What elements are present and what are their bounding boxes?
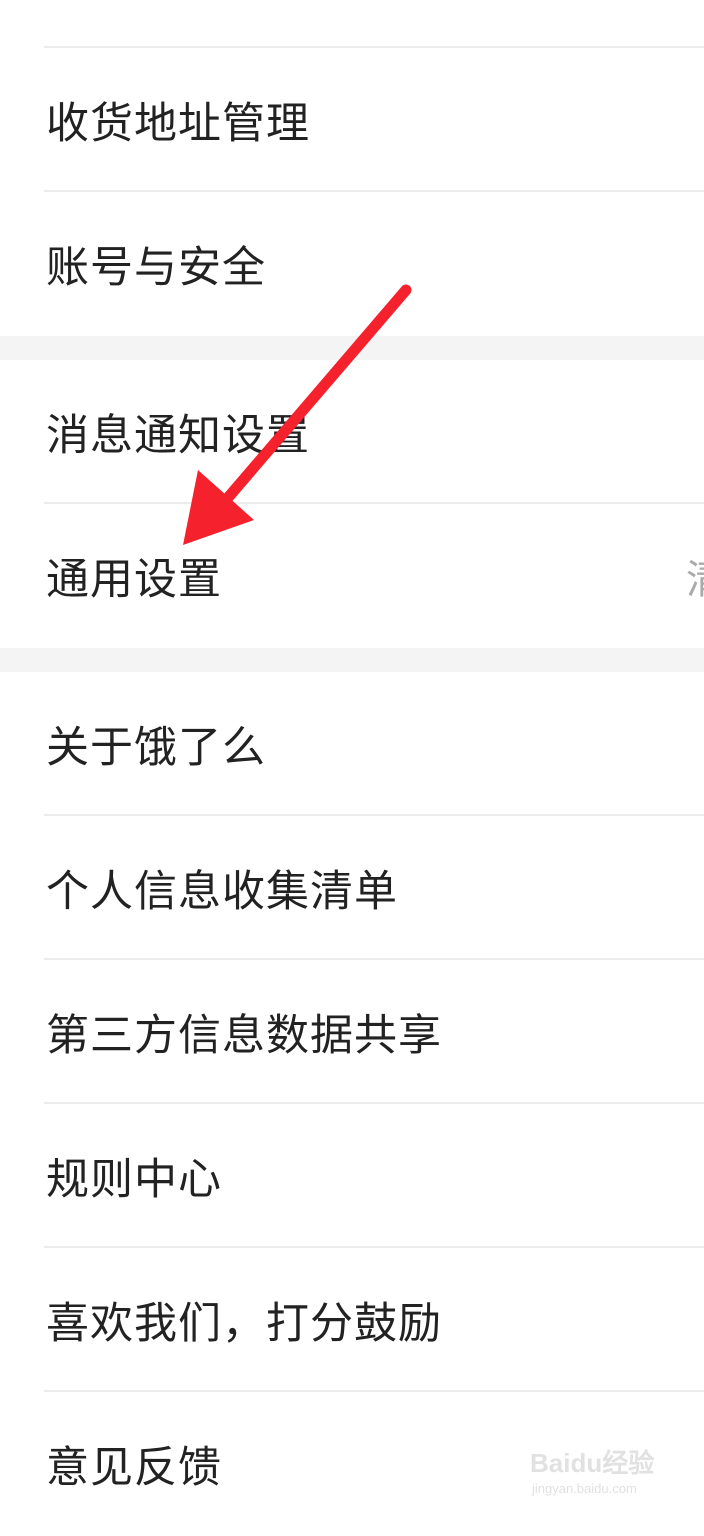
baidu-watermark: Baidu经验 jingyan.baidu.com (530, 1435, 670, 1505)
row-label: 收货地址管理 (46, 99, 310, 149)
row-label: 关于饿了么 (46, 723, 266, 773)
row-label: 账号与安全 (46, 243, 266, 293)
settings-group-preferences: 消息通知设置 通用设置 清 (0, 360, 704, 648)
row-rate-us[interactable]: 喜欢我们，打分鼓励 (0, 1248, 704, 1392)
previous-row-remnant (0, 0, 704, 46)
group-separator (0, 648, 704, 672)
row-label: 喜欢我们，打分鼓励 (46, 1299, 442, 1349)
row-label: 消息通知设置 (46, 411, 310, 461)
row-notification-settings[interactable]: 消息通知设置 (0, 360, 704, 504)
row-label: 规则中心 (46, 1155, 222, 1205)
row-personal-info-list[interactable]: 个人信息收集清单 (0, 816, 704, 960)
row-account-security[interactable]: 账号与安全 (0, 192, 704, 336)
row-about-eleme[interactable]: 关于饿了么 (0, 672, 704, 816)
row-general-settings[interactable]: 通用设置 清 (0, 504, 704, 648)
settings-group-account: 收货地址管理 账号与安全 (0, 48, 704, 336)
settings-group-about: 关于饿了么 个人信息收集清单 第三方信息数据共享 规则中心 喜欢我们，打分鼓励 … (0, 672, 704, 1536)
row-label: 通用设置 (46, 555, 222, 605)
row-label: 意见反馈 (46, 1443, 222, 1493)
row-label: 个人信息收集清单 (46, 867, 398, 917)
row-trailing-text: 清 (686, 547, 704, 605)
row-label: 第三方信息数据共享 (46, 1011, 442, 1061)
watermark-text: Baidu经验 (530, 1448, 655, 1478)
row-address-management[interactable]: 收货地址管理 (0, 48, 704, 192)
settings-page: 收货地址管理 账号与安全 消息通知设置 通用设置 清 关于饿了么 个人信息收集清… (0, 0, 704, 1536)
watermark-subtext: jingyan.baidu.com (532, 1481, 637, 1496)
row-third-party-data-sharing[interactable]: 第三方信息数据共享 (0, 960, 704, 1104)
group-separator (0, 336, 704, 360)
row-rules-center[interactable]: 规则中心 (0, 1104, 704, 1248)
